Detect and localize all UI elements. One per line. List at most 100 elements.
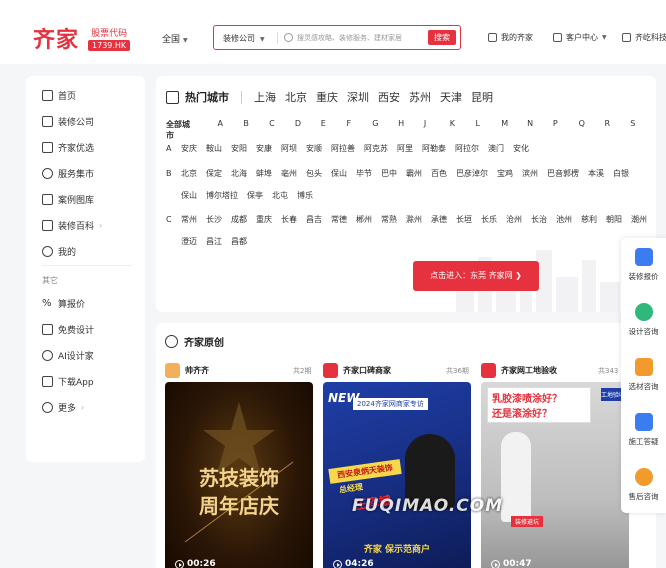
city-link[interactable]: 长乐 [481,215,497,237]
letter-tab[interactable]: H [398,119,424,141]
city-link[interactable]: 保亭 [247,191,263,213]
card-header[interactable]: 齐家口碑商家 [323,362,391,378]
letter-tab[interactable]: Q [579,119,605,141]
city-link[interactable]: 澄迈 [181,237,197,259]
city-link[interactable]: 郴州 [356,215,372,237]
city-link[interactable]: 博乐 [297,191,313,213]
city-link[interactable]: 长春 [281,215,297,237]
video-thumbnail[interactable]: 乳胶漆喷涂好？ 还是滚涂好？ 工地验收 装修避坑 00:47 [481,382,629,568]
card-header[interactable]: 帅齐齐 [165,362,209,378]
letter-tab[interactable]: B [243,119,269,141]
hot-city-link[interactable]: 天津 [440,89,462,105]
letter-tab[interactable]: K [450,119,476,141]
city-link[interactable]: 长治 [531,215,547,237]
letter-tab[interactable]: C [269,119,295,141]
sidebar-item-encyclopedia[interactable]: 装修百科 › [42,219,102,232]
city-link[interactable]: 安顺 [306,144,322,166]
letter-tab[interactable]: L [475,119,501,141]
card-header[interactable]: 齐家网工地验收 [481,362,557,378]
city-link[interactable]: 保定 [206,169,222,191]
city-link[interactable]: 保山 [181,191,197,213]
city-link[interactable]: 巴音郭楞 [547,169,579,191]
hot-city-link[interactable]: 昆明 [471,89,493,105]
sidebar-item-download-app[interactable]: 下载App [42,375,94,388]
city-link[interactable]: 沧州 [506,215,522,237]
city-link[interactable]: 重庆 [256,215,272,237]
sidebar-item-ai-designer[interactable]: AI设计家 [42,349,94,362]
city-link[interactable]: 阿坝 [281,144,297,166]
hot-city-link[interactable]: 重庆 [316,89,338,105]
city-link[interactable]: 阿拉尔 [455,144,479,166]
region-selector[interactable]: 全国 ▼ [162,32,188,45]
city-link[interactable]: 潮州 [631,215,647,237]
letter-tab[interactable]: N [527,119,553,141]
city-link[interactable]: 阿拉善 [331,144,355,166]
city-link[interactable]: 昌都 [231,237,247,259]
nav-my-qijia[interactable]: 我的齐家 [488,32,533,43]
search-input[interactable] [297,31,427,45]
city-link[interactable]: 承德 [431,215,447,237]
city-link[interactable]: 长垣 [456,215,472,237]
city-link[interactable]: 朝阳 [606,215,622,237]
sidebar-item-more[interactable]: 更多 › [42,401,84,414]
sidebar-item-qijia-select[interactable]: 齐家优选 [42,141,94,154]
city-link[interactable]: 阿勒泰 [422,144,446,166]
city-link[interactable]: 池州 [556,215,572,237]
letter-tab[interactable]: A [218,119,244,141]
city-link[interactable]: 本溪 [588,169,604,191]
enter-city-button[interactable]: 点击进入：东莞 齐家网 ❯ [413,261,539,291]
city-link[interactable]: 北京 [181,169,197,191]
city-link[interactable]: 保山 [331,169,347,191]
search-category-select[interactable]: 装修公司 ▼ [223,33,265,44]
all-cities-tab[interactable]: 全部城市 [166,119,198,141]
city-link[interactable]: 安阳 [231,144,247,166]
sidebar-item-gallery[interactable]: 案例图库 [42,193,94,206]
float-item-material[interactable]: 选材咨询 [621,358,666,392]
sidebar-item-free-design[interactable]: 免费设计 [42,323,94,336]
city-link[interactable]: 常熟 [381,215,397,237]
sidebar-item-service-market[interactable]: 服务集市 [42,167,94,180]
city-link[interactable]: 长沙 [206,215,222,237]
city-link[interactable]: 成都 [231,215,247,237]
letter-tab[interactable]: P [553,119,579,141]
letter-tab[interactable]: S [630,119,656,141]
city-link[interactable]: 滁州 [406,215,422,237]
city-link[interactable]: 霸州 [406,169,422,191]
sidebar-item-quote[interactable]: % 算报价 [42,297,85,310]
city-link[interactable]: 北屯 [272,191,288,213]
city-link[interactable]: 亳州 [281,169,297,191]
city-link[interactable]: 慈利 [581,215,597,237]
letter-tab[interactable]: R [604,119,630,141]
float-item-design-consult[interactable]: 设计咨询 [621,303,666,337]
city-link[interactable]: 百色 [431,169,447,191]
letter-tab[interactable]: G [372,119,398,141]
city-link[interactable]: 常德 [331,215,347,237]
city-link[interactable]: 安康 [256,144,272,166]
city-link[interactable]: 宝鸡 [497,169,513,191]
video-thumbnail[interactable]: NEW 2024齐家网商家专访 西安泉炳天装饰 总经理 王泽斌 齐家 保示范商户… [323,382,471,568]
city-link[interactable]: 鞍山 [206,144,222,166]
city-link[interactable]: 巴中 [381,169,397,191]
nav-customer-center[interactable]: 客户中心 ▼ [553,32,607,43]
sidebar-item-decoration-company[interactable]: 装修公司 [42,115,94,128]
city-link[interactable]: 常州 [181,215,197,237]
hot-city-link[interactable]: 西安 [378,89,400,105]
city-link[interactable]: 毕节 [356,169,372,191]
hot-city-link[interactable]: 深圳 [347,89,369,105]
city-link[interactable]: 安庆 [181,144,197,166]
sidebar-item-mine[interactable]: 我的 [42,245,76,258]
float-item-construction[interactable]: 施工答疑 [621,413,666,447]
city-link[interactable]: 阿克苏 [364,144,388,166]
float-item-aftersale[interactable]: 售后咨询 [621,468,666,502]
hot-city-link[interactable]: 苏州 [409,89,431,105]
sidebar-item-home[interactable]: 首页 [42,89,76,102]
video-thumbnail[interactable]: 苏技装饰 周年店庆 00:26 [165,382,313,568]
city-link[interactable]: 阿里 [397,144,413,166]
city-link[interactable]: 巴彦淖尔 [456,169,488,191]
letter-tab[interactable]: F [347,119,373,141]
city-link[interactable]: 澳门 [488,144,504,166]
hot-city-link[interactable]: 北京 [285,89,307,105]
logo[interactable]: 齐家 股票代码 1739.HK [33,22,131,54]
letter-tab[interactable]: J [424,119,450,141]
city-link[interactable]: 白银 [613,169,629,191]
